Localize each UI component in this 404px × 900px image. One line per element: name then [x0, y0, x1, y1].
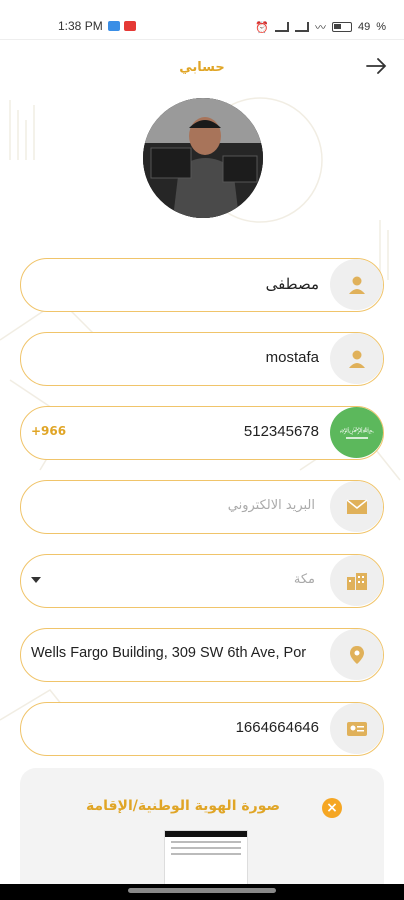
id-card-icon — [330, 703, 383, 754]
page-title: حسابي — [179, 60, 225, 75]
notification-icon — [108, 21, 120, 31]
id-image-thumbnail[interactable] — [164, 830, 248, 890]
back-arrow-icon[interactable] — [364, 54, 388, 78]
profile-avatar[interactable] — [143, 98, 263, 218]
saudi-flag-icon[interactable]: ﷽ — [330, 407, 383, 458]
youtube-icon — [124, 21, 136, 31]
wifi-icon: 〰 — [314, 22, 326, 34]
name-value[interactable]: مصطفى — [266, 275, 319, 293]
username-value[interactable]: mostafa — [266, 349, 319, 366]
battery-level: 49 — [357, 21, 371, 33]
signal-icon — [274, 22, 289, 32]
city-placeholder[interactable]: مكة — [294, 572, 315, 587]
home-indicator[interactable] — [128, 888, 276, 893]
email-placeholder[interactable]: البريد الالكتروني — [228, 498, 315, 513]
location-pin-icon[interactable] — [330, 629, 383, 680]
id-image-card: صورة الهوية الوطنية/الإقامة × — [20, 768, 384, 900]
id-number-field[interactable]: 1664664646 — [20, 702, 384, 756]
email-field[interactable]: البريد الالكتروني — [20, 480, 384, 534]
address-value[interactable]: Wells Fargo Building, 309 SW 6th Ave, Po… — [31, 645, 323, 661]
city-select[interactable]: مكة — [20, 554, 384, 608]
status-icons: ⏰ 〰 49% — [255, 19, 386, 35]
status-time: 1:38 PM — [58, 19, 103, 33]
chevron-down-icon[interactable] — [31, 577, 41, 583]
avatar-image — [143, 98, 263, 218]
name-field[interactable]: مصطفى — [20, 258, 384, 312]
city-building-icon — [330, 555, 383, 606]
address-field[interactable]: Wells Fargo Building, 309 SW 6th Ave, Po… — [20, 628, 384, 682]
close-icon[interactable]: × — [322, 798, 342, 818]
person-icon — [330, 333, 383, 384]
person-icon — [330, 259, 383, 310]
phone-value[interactable]: 512345678 — [244, 423, 319, 440]
status-bar: 1:38 PM ⏰ 〰 49% — [0, 0, 404, 40]
battery-icon — [331, 22, 352, 32]
signal-icon-2 — [294, 22, 309, 32]
mail-icon — [330, 481, 383, 532]
system-nav-bar — [0, 884, 404, 900]
username-field[interactable]: mostafa — [20, 332, 384, 386]
country-code[interactable]: +966 — [31, 424, 66, 438]
svg-text:﷽: ﷽ — [340, 426, 374, 435]
id-image-title: صورة الهوية الوطنية/الإقامة — [85, 798, 280, 814]
phone-field[interactable]: +966 512345678 ﷽ — [20, 406, 384, 460]
alarm-icon: ⏰ — [255, 21, 269, 34]
id-number-value[interactable]: 1664664646 — [236, 719, 319, 736]
battery-percent-sign: % — [376, 21, 386, 33]
